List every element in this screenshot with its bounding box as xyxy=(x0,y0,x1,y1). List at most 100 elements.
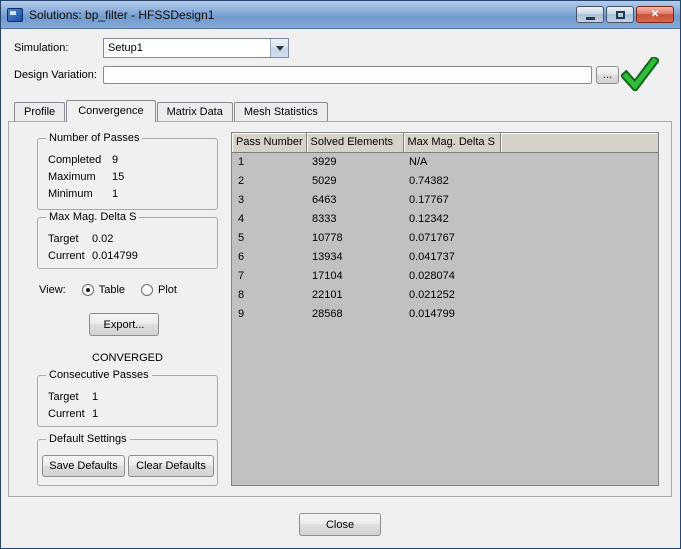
cell-delta: N/A xyxy=(403,152,500,171)
column-header-pass-number[interactable]: Pass Number xyxy=(232,133,306,152)
plot-radio[interactable] xyxy=(141,284,153,296)
browse-button[interactable]: ... xyxy=(596,66,619,84)
titlebar[interactable]: Solutions: bp_filter - HFSSDesign1 ✕ xyxy=(1,1,680,29)
cell-elements: 5029 xyxy=(306,171,403,190)
simulation-select[interactable]: Setup1 xyxy=(103,38,289,58)
clear-defaults-button[interactable]: Clear Defaults xyxy=(128,455,214,477)
column-header-solved-elements[interactable]: Solved Elements xyxy=(306,133,403,152)
maximum-label: Maximum xyxy=(48,169,112,185)
cell-elements: 28568 xyxy=(306,304,403,323)
view-label: View: xyxy=(39,284,66,296)
completed-label: Completed xyxy=(48,152,112,168)
cell-elements: 10778 xyxy=(306,228,403,247)
cell-delta: 0.071767 xyxy=(403,228,500,247)
number-of-passes-group: Number of Passes Completed9 Maximum15 Mi… xyxy=(37,138,218,210)
window-title: Solutions: bp_filter - HFSSDesign1 xyxy=(29,8,214,22)
cell-elements: 13934 xyxy=(306,247,403,266)
cell-pass: 6 xyxy=(232,247,306,266)
view-table-option[interactable]: Table xyxy=(82,284,125,296)
cell-pass: 1 xyxy=(232,152,306,171)
tab-mesh-statistics[interactable]: Mesh Statistics xyxy=(234,102,328,121)
table-row: 8221010.021252 xyxy=(232,285,658,304)
group-title: Consecutive Passes xyxy=(46,368,152,382)
cell-pass: 7 xyxy=(232,266,306,285)
current-value: 0.014799 xyxy=(92,248,138,264)
minimize-button[interactable] xyxy=(576,6,604,23)
table-row: 6139340.041737 xyxy=(232,247,658,266)
table-row: 7171040.028074 xyxy=(232,266,658,285)
maximize-icon xyxy=(616,11,625,19)
cell-delta: 0.014799 xyxy=(403,304,500,323)
tab-profile[interactable]: Profile xyxy=(14,102,65,121)
cell-pass: 5 xyxy=(232,228,306,247)
tab-matrix-data[interactable]: Matrix Data xyxy=(157,102,233,121)
cell-delta: 0.041737 xyxy=(403,247,500,266)
consec-target-label: Target xyxy=(48,389,92,405)
cell-delta: 0.021252 xyxy=(403,285,500,304)
group-title: Max Mag. Delta S xyxy=(46,210,139,224)
plot-radio-label: Plot xyxy=(158,284,177,296)
cell-elements: 17104 xyxy=(306,266,403,285)
valid-checkmark-icon xyxy=(621,57,659,91)
app-icon xyxy=(7,8,23,22)
target-label: Target xyxy=(48,231,92,247)
table-row: 250290.74382 xyxy=(232,171,658,190)
convergence-table: Pass Number Solved Elements Max Mag. Del… xyxy=(231,132,659,486)
design-variation-input[interactable] xyxy=(103,66,592,84)
group-title: Number of Passes xyxy=(46,131,142,145)
column-header-max-mag-delta-s[interactable]: Max Mag. Delta S xyxy=(403,133,500,152)
table-radio[interactable] xyxy=(82,284,94,296)
table-row: 9285680.014799 xyxy=(232,304,658,323)
minimize-icon xyxy=(586,17,595,20)
cell-delta: 0.12342 xyxy=(403,209,500,228)
window-controls: ✕ xyxy=(576,6,674,23)
maximum-value: 15 xyxy=(112,169,124,185)
table-row: 5107780.071767 xyxy=(232,228,658,247)
max-mag-delta-s-group: Max Mag. Delta S Target0.02 Current0.014… xyxy=(37,217,218,269)
completed-value: 9 xyxy=(112,152,118,168)
simulation-label: Simulation: xyxy=(14,41,68,55)
export-button[interactable]: Export... xyxy=(89,313,159,336)
table-row: 364630.17767 xyxy=(232,190,658,209)
default-settings-group: Default Settings Save Defaults Clear Def… xyxy=(37,439,218,486)
cell-elements: 22101 xyxy=(306,285,403,304)
cell-elements: 8333 xyxy=(306,209,403,228)
combo-dropdown-button[interactable] xyxy=(270,39,288,57)
cell-pass: 3 xyxy=(232,190,306,209)
current-label: Current xyxy=(48,248,92,264)
save-defaults-button[interactable]: Save Defaults xyxy=(42,455,125,477)
group-title: Default Settings xyxy=(46,432,130,446)
maximize-button[interactable] xyxy=(606,6,634,23)
minimum-label: Minimum xyxy=(48,186,112,202)
close-button[interactable]: Close xyxy=(299,513,381,536)
table-header-row: Pass Number Solved Elements Max Mag. Del… xyxy=(232,133,658,152)
consec-current-label: Current xyxy=(48,406,92,422)
target-value: 0.02 xyxy=(92,231,113,247)
chevron-down-icon xyxy=(276,46,284,51)
column-header-filler xyxy=(500,133,658,152)
view-selector: View: Table Plot xyxy=(39,284,177,296)
cell-pass: 2 xyxy=(232,171,306,190)
converged-status: CONVERGED xyxy=(37,352,218,364)
table-row: 483330.12342 xyxy=(232,209,658,228)
cell-delta: 0.17767 xyxy=(403,190,500,209)
design-variation-label: Design Variation: xyxy=(14,68,97,82)
close-window-button[interactable]: ✕ xyxy=(636,6,674,23)
consec-current-value: 1 xyxy=(92,406,98,422)
cell-elements: 3929 xyxy=(306,152,403,171)
consec-target-value: 1 xyxy=(92,389,98,405)
cell-pass: 8 xyxy=(232,285,306,304)
view-plot-option[interactable]: Plot xyxy=(141,284,177,296)
cell-delta: 0.74382 xyxy=(403,171,500,190)
table-row: 13929N/A xyxy=(232,152,658,171)
minimum-value: 1 xyxy=(112,186,118,202)
solutions-dialog: Solutions: bp_filter - HFSSDesign1 ✕ Sim… xyxy=(0,0,681,549)
table-radio-label: Table xyxy=(99,284,125,296)
simulation-selected-value: Setup1 xyxy=(104,42,270,54)
cell-elements: 6463 xyxy=(306,190,403,209)
tab-bar: Profile Convergence Matrix Data Mesh Sta… xyxy=(14,99,329,121)
convergence-panel: Number of Passes Completed9 Maximum15 Mi… xyxy=(8,121,672,497)
cell-pass: 4 xyxy=(232,209,306,228)
tab-convergence[interactable]: Convergence xyxy=(66,100,155,122)
dialog-content: Simulation: Setup1 Design Variation: ...… xyxy=(1,29,680,548)
